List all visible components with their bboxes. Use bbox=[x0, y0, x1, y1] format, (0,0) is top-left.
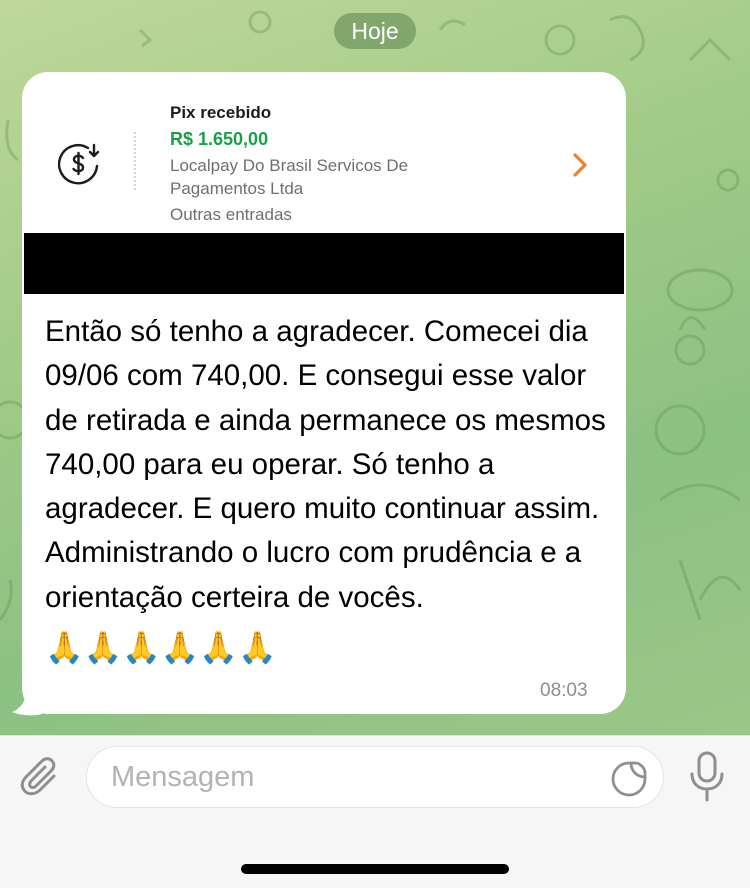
praying-hands-emoji: 🙏🙏🙏🙏🙏🙏 bbox=[45, 630, 277, 666]
paperclip-icon[interactable] bbox=[20, 756, 64, 800]
pix-category: Outras entradas bbox=[170, 205, 292, 224]
message-composer bbox=[0, 735, 750, 888]
pix-amount: R$ 1.650,00 bbox=[170, 129, 269, 149]
message-input-field[interactable] bbox=[86, 746, 664, 808]
message-bubble[interactable]: Pix recebido R$ 1.650,00 Localpay Do Bra… bbox=[22, 72, 626, 714]
message-input[interactable] bbox=[111, 747, 591, 807]
redacted-area bbox=[24, 233, 624, 294]
pix-payer-name: Localpay Do Brasil Servicos De Pagamento… bbox=[170, 156, 409, 198]
sticker-icon[interactable] bbox=[609, 759, 649, 799]
message-timestamp: 08:03 bbox=[540, 680, 588, 701]
pix-title: Pix recebido bbox=[170, 103, 272, 122]
money-received-icon bbox=[58, 143, 100, 185]
home-indicator bbox=[241, 864, 509, 874]
chat-screen: Hoje Pix recebido R$ 1.650,00 Localpay D… bbox=[0, 0, 750, 888]
microphone-icon[interactable] bbox=[688, 750, 726, 804]
date-separator: Hoje bbox=[334, 13, 416, 49]
message-body: Então só tenho a agradecer. Comecei dia … bbox=[45, 315, 606, 614]
chevron-right-icon[interactable] bbox=[570, 152, 590, 178]
pix-received-card[interactable]: Pix recebido R$ 1.650,00 Localpay Do Bra… bbox=[22, 72, 626, 233]
message-text: Então só tenho a agradecer. Comecei dia … bbox=[45, 310, 615, 670]
pix-card-divider bbox=[134, 132, 136, 190]
